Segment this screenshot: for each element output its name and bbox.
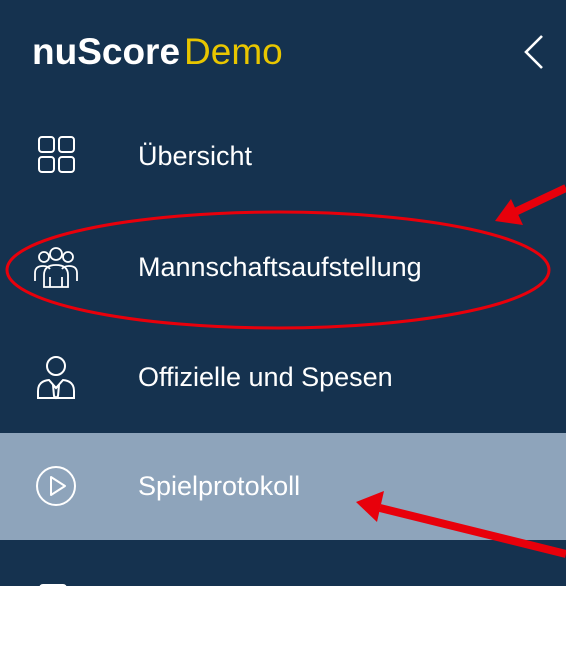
sidebar-item-mannschaftsaufstellung[interactable]: Mannschaftsaufstellung <box>0 214 566 321</box>
official-icon <box>37 356 75 400</box>
grid-icon <box>38 136 75 173</box>
collapse-sidebar-button[interactable] <box>514 28 554 76</box>
sidebar-item-uebersicht[interactable]: Übersicht <box>0 103 566 210</box>
sidebar-item-label: Offizielle und Spesen <box>138 362 393 392</box>
chevron-left-icon <box>524 35 543 69</box>
sidebar-header: nuScore Demo <box>0 0 566 108</box>
sidebar: nuScore Demo Übersicht Mannschaftsaufste… <box>0 0 566 620</box>
team-icon <box>34 247 78 288</box>
logo-text-accent: Demo <box>184 31 283 72</box>
play-circle-icon <box>36 466 76 506</box>
sidebar-item-label: Spielprotokoll <box>138 471 301 501</box>
sidebar-item-schiedsrichterbericht[interactable]: Schiedsrichterbericht <box>0 548 566 655</box>
app-logo[interactable]: nuScore Demo <box>32 30 283 74</box>
sidebar-item-label: Mannschaftsaufstellung <box>138 252 422 282</box>
sidebar-item-spielprotokoll[interactable]: Spielprotokoll <box>0 433 566 540</box>
logo-text-primary: nuScore <box>32 31 181 72</box>
sidebar-item-label: Übersicht <box>138 141 253 171</box>
sidebar-item-offizielle-und-spesen[interactable]: Offizielle und Spesen <box>0 324 566 431</box>
report-icon <box>39 584 80 620</box>
sidebar-item-label: Schiedsrichterbericht <box>138 586 391 616</box>
